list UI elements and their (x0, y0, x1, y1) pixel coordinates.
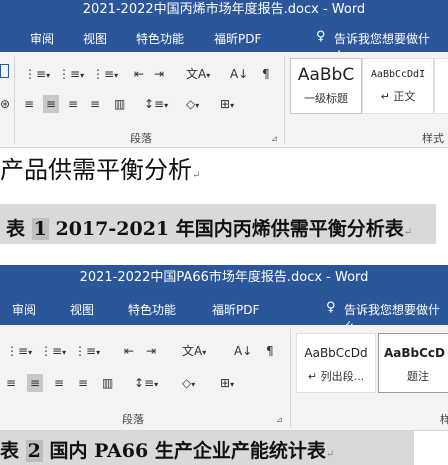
show-marks-icon[interactable]: ¶ (266, 343, 274, 359)
align-center-icon[interactable]: ≡ (27, 374, 44, 392)
group-label-styles: 样式 (422, 132, 444, 145)
group-divider (290, 329, 291, 427)
line-spacing-icon[interactable]: ↕≡▾ (134, 375, 158, 393)
shading-icon[interactable]: ◇▾ (182, 375, 195, 393)
style-normal[interactable]: AaBbCcDdI ↵ 正文 (362, 58, 434, 114)
group-label-paragraph: 段落 (122, 413, 144, 426)
window-title: 2021-2022中国PA66市场年度报告.docx - Word (0, 265, 448, 291)
decrease-indent-icon[interactable]: ⇤ (134, 66, 144, 82)
bottom-word-window: 2021-2022中国PA66市场年度报告.docx - Word 审阅 视图 … (0, 265, 448, 465)
tab-view[interactable]: 视图 (70, 301, 94, 318)
show-marks-icon[interactable]: ¶ (262, 66, 270, 82)
borders-icon[interactable]: ⊞▾ (220, 96, 234, 114)
tab-features[interactable]: 特色功能 (128, 301, 176, 318)
document-area: 表 2 国内 PA66 生产企业产能统计表↵ (0, 431, 448, 465)
increase-indent-icon[interactable]: ⇥ (146, 343, 156, 359)
tab-review[interactable]: 审阅 (30, 30, 54, 47)
chinese-layout-icon[interactable]: 文A▾ (182, 343, 206, 361)
distributed-icon[interactable]: ▥ (102, 375, 113, 391)
dialog-launcher-icon[interactable]: ⊿ (276, 415, 283, 424)
align-right-icon[interactable]: ≡ (54, 375, 64, 391)
lightbulb-icon: ♀ (326, 300, 336, 315)
tab-review[interactable]: 审阅 (12, 301, 36, 318)
tab-foxit-pdf[interactable]: 福昕PDF (214, 30, 261, 47)
align-left-icon[interactable]: ≡ (6, 375, 16, 391)
char-border-icon[interactable] (0, 64, 9, 78)
group-label-paragraph: 段落 (130, 132, 152, 145)
tab-view[interactable]: 视图 (83, 30, 107, 47)
sort-icon[interactable]: A↓ (234, 343, 252, 359)
style-caption[interactable]: AaBbCcD 题注 (378, 333, 448, 393)
shading-icon[interactable]: ◇▾ (186, 96, 199, 114)
group-label-styles: 样 (440, 413, 448, 426)
line-spacing-icon[interactable]: ↕≡▾ (144, 96, 168, 114)
ribbon-home: ⋮≡▾ ⋮≡▾ ⋮≡▾ ⇤ ⇥ 文A▾ A↓ ¶ ≡ ≡ ≡ ≡ ▥ ↕≡▾ ◇… (0, 325, 448, 431)
top-word-window: 2021-2022中国丙烯市场年度报告.docx - Word 审阅 视图 特色… (0, 0, 448, 265)
document-area: 产品供需平衡分析↵ 表 1 2017-2021 年国内丙烯供需平衡分析表↵ (0, 148, 448, 265)
align-left-icon[interactable]: ≡ (24, 96, 34, 112)
numbering-icon[interactable]: ⋮≡▾ (58, 66, 84, 84)
align-center-icon[interactable]: ≡ (43, 95, 60, 113)
multilevel-list-icon[interactable]: ⋮≡▾ (74, 343, 100, 361)
tab-features[interactable]: 特色功能 (136, 30, 184, 47)
section-heading: 产品供需平衡分析↵ (0, 156, 201, 184)
lightbulb-icon: ♀ (316, 29, 326, 44)
style-next[interactable] (434, 58, 448, 114)
style-heading1[interactable]: AaBbC 一级标题 (290, 58, 362, 114)
justify-icon[interactable]: ≡ (78, 375, 88, 391)
bullets-icon[interactable]: ⋮≡▾ (24, 66, 50, 84)
sort-icon[interactable]: A↓ (230, 66, 248, 82)
justify-icon[interactable]: ≡ (90, 96, 100, 112)
align-right-icon[interactable]: ≡ (68, 96, 78, 112)
numbering-icon[interactable]: ⋮≡▾ (40, 343, 66, 361)
table-caption: 表 2 国内 PA66 生产企业产能统计表↵ (0, 440, 335, 462)
window-title: 2021-2022中国丙烯市场年度报告.docx - Word (0, 0, 448, 20)
table-caption: 表 1 2017-2021 年国内丙烯供需平衡分析表↵ (6, 218, 413, 240)
tab-foxit-pdf[interactable]: 福昕PDF (212, 301, 259, 318)
ribbon-tabs: 审阅 视图 特色功能 福昕PDF ♀ 告诉我您想要做什么... (0, 20, 448, 63)
ribbon-tabs: 审阅 视图 特色功能 福昕PDF ♀ 告诉我您想要做什么 (0, 291, 448, 334)
style-list-paragraph[interactable]: AaBbCcDd ↵ 列出段... (296, 333, 376, 393)
group-divider (284, 56, 285, 144)
phonetic-guide-icon[interactable]: ⊛ (0, 96, 10, 112)
decrease-indent-icon[interactable]: ⇤ (124, 343, 134, 359)
chinese-layout-icon[interactable]: 文A▾ (186, 66, 210, 84)
increase-indent-icon[interactable]: ⇥ (154, 66, 164, 82)
multilevel-list-icon[interactable]: ⋮≡▾ (92, 66, 118, 84)
group-divider (14, 56, 15, 144)
distributed-icon[interactable]: ▥ (114, 96, 125, 112)
ribbon-home: ⊛ ⋮≡▾ ⋮≡▾ ⋮≡▾ ⇤ ⇥ 文A▾ A↓ ¶ ≡ ≡ ≡ ≡ ▥ ↕≡▾… (0, 52, 448, 148)
bullets-icon[interactable]: ⋮≡▾ (6, 343, 32, 361)
borders-icon[interactable]: ⊞▾ (220, 375, 234, 393)
dialog-launcher-icon[interactable]: ⊿ (271, 134, 278, 143)
